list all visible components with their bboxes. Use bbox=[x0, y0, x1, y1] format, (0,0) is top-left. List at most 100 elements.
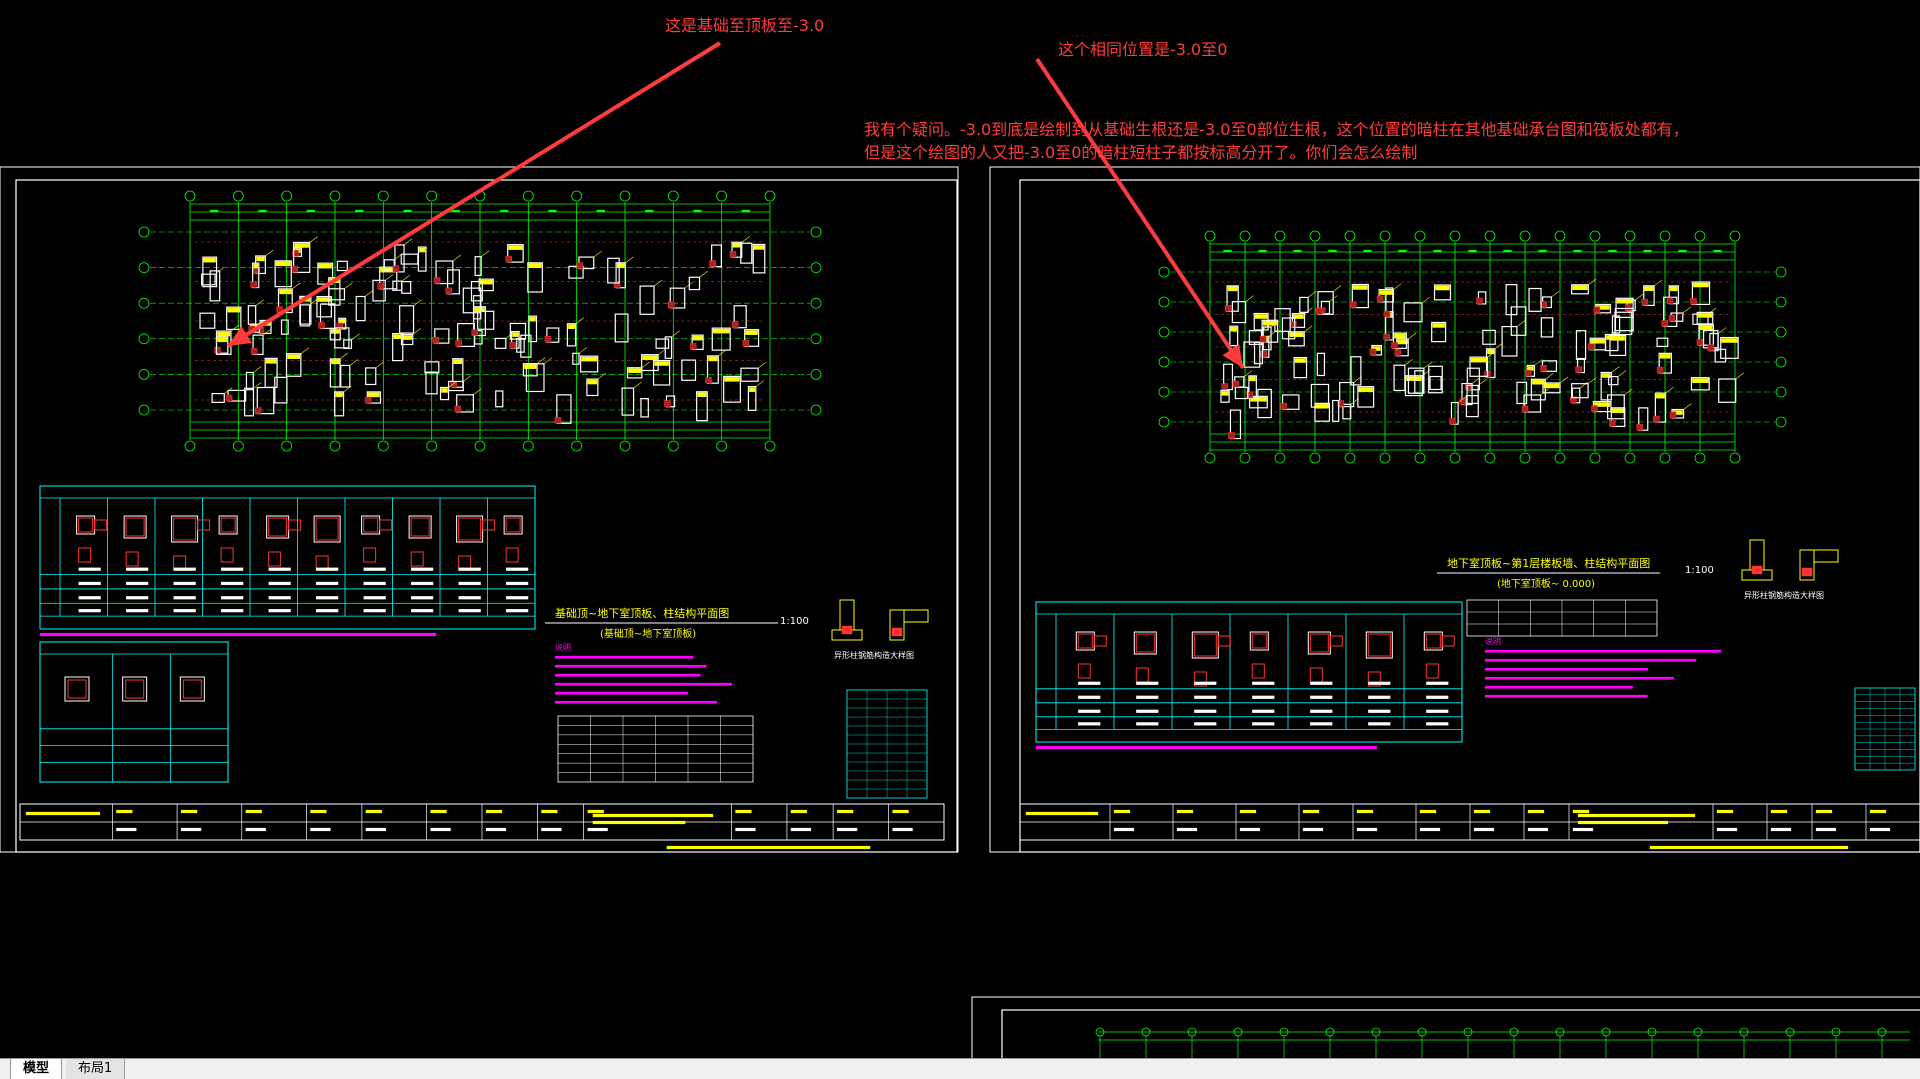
right-column-marker bbox=[1707, 344, 1715, 351]
right-leader bbox=[1683, 403, 1692, 410]
left-title-block-text bbox=[310, 809, 327, 814]
left-column-marker bbox=[689, 343, 697, 350]
tab-model[interactable]: 模型 bbox=[10, 1059, 63, 1079]
left-section-leg bbox=[482, 519, 496, 531]
left-schedule-text bbox=[363, 567, 386, 571]
right-detail-rebar bbox=[1751, 565, 1763, 575]
right-title-block bbox=[1019, 803, 1920, 850]
right-wall-column bbox=[1575, 330, 1587, 360]
right-title-block-text bbox=[1239, 809, 1257, 814]
left-section-rebar bbox=[505, 517, 521, 533]
left-schedule-text bbox=[506, 581, 529, 586]
left-schedule-text bbox=[173, 567, 196, 571]
right-title-block-text bbox=[1356, 809, 1374, 814]
left-note-line bbox=[554, 655, 694, 659]
left-title-block-text bbox=[180, 827, 202, 832]
right-column-marker bbox=[1653, 415, 1660, 423]
left-wall-column bbox=[247, 305, 257, 325]
left-wall-column bbox=[355, 295, 366, 322]
right-column-hatch bbox=[1262, 321, 1277, 326]
left-title-block-text bbox=[310, 827, 331, 832]
left-leader bbox=[413, 299, 422, 307]
left-title-block-text bbox=[180, 809, 198, 814]
right-column-hatch bbox=[1572, 285, 1588, 291]
left-title-block-text bbox=[485, 827, 507, 832]
right-section-rebar bbox=[1251, 633, 1267, 649]
left-column-hatch bbox=[692, 335, 703, 341]
left-outer-frame bbox=[0, 166, 959, 853]
right-wall-column bbox=[1316, 352, 1326, 377]
left-column-hatch bbox=[402, 335, 413, 340]
right-wall-column bbox=[1656, 337, 1669, 347]
right-axis-bubble bbox=[1624, 452, 1636, 464]
right-section-tie bbox=[1309, 667, 1323, 683]
right-column-marker bbox=[1540, 365, 1547, 372]
right-schedule-text bbox=[1426, 722, 1449, 726]
right-section-outline bbox=[1249, 631, 1269, 651]
left-axis-bubble bbox=[619, 440, 631, 452]
cad-model-space[interactable]: 基础顶~地下室顶板、柱结构平面图 (基础顶~地下室顶板) 1:100 说明 异形柱钢筋构… bbox=[0, 0, 1920, 1058]
left-column-hatch bbox=[441, 388, 448, 393]
right-column-hatch bbox=[1394, 333, 1406, 339]
left-section-rebar bbox=[125, 517, 145, 537]
left-wall-column bbox=[681, 359, 697, 381]
annotation-note-foundation: 这是基础至顶板至-3.0 bbox=[665, 16, 825, 35]
left-axis-bubble bbox=[764, 440, 776, 452]
left-schedule-text bbox=[78, 567, 101, 571]
left-column-marker bbox=[667, 301, 675, 309]
left-axis-bubble bbox=[716, 440, 728, 452]
left-leader bbox=[339, 352, 349, 360]
tab-layout1[interactable]: 布局1 bbox=[66, 1059, 126, 1079]
right-wall-column bbox=[1429, 375, 1442, 391]
right-section-tie bbox=[1251, 663, 1265, 679]
right-column-hatch bbox=[1543, 383, 1560, 389]
left-axis-bubble bbox=[522, 440, 534, 452]
left-leader bbox=[653, 279, 663, 287]
left-section-outline bbox=[503, 515, 523, 535]
right-axis-bubble bbox=[1204, 452, 1216, 464]
right-column-marker bbox=[1636, 423, 1644, 431]
left-wall-column bbox=[211, 393, 225, 403]
tab-scroll-icon[interactable] bbox=[0, 1059, 8, 1079]
right-column-hatch bbox=[1432, 323, 1445, 328]
left-leader bbox=[385, 274, 394, 281]
right-column-hatch bbox=[1656, 393, 1665, 399]
right-leader bbox=[1304, 325, 1313, 333]
left-leader bbox=[671, 330, 680, 338]
left-axis-bubble bbox=[716, 190, 728, 202]
left-column-hatch bbox=[529, 316, 536, 322]
right-column-hatch bbox=[1289, 332, 1304, 338]
right-schedule-text bbox=[1310, 681, 1333, 685]
right-sheet-name bbox=[1577, 820, 1669, 825]
left-wall-column bbox=[365, 367, 377, 386]
left-axis-bubble bbox=[619, 190, 631, 202]
right-column-hatch bbox=[1315, 404, 1329, 409]
left-note-line bbox=[554, 673, 701, 677]
left-column-marker bbox=[454, 405, 461, 413]
left-schedule-text bbox=[221, 596, 244, 600]
left-schedule-text bbox=[506, 567, 529, 571]
left-leader bbox=[641, 361, 651, 369]
left-axis-bubble bbox=[426, 440, 438, 452]
left-leader bbox=[292, 282, 301, 290]
left-axis-bubble bbox=[810, 333, 822, 345]
left-axis-bubble bbox=[571, 440, 583, 452]
left-section-tie bbox=[220, 547, 234, 563]
left-wall-column bbox=[495, 390, 504, 408]
left-leader bbox=[578, 347, 588, 354]
left-axis-bubble bbox=[329, 440, 341, 452]
left-schedule-text bbox=[316, 581, 339, 586]
left-axis-bubble bbox=[377, 440, 389, 452]
left-column-marker bbox=[705, 376, 712, 384]
right-leader bbox=[1516, 320, 1526, 327]
bottom-outer-frame bbox=[971, 996, 1920, 1058]
left-wall-column bbox=[639, 285, 655, 315]
right-title-block-text bbox=[1473, 827, 1495, 832]
left-wall-column bbox=[245, 371, 254, 391]
left-column-hatch bbox=[217, 337, 228, 343]
right-dim-text bbox=[1328, 249, 1337, 253]
left-column-marker bbox=[664, 400, 671, 407]
right-axis-bubble bbox=[1158, 296, 1170, 308]
right-note-line bbox=[1484, 676, 1674, 680]
right-title-block-text bbox=[1302, 827, 1324, 832]
